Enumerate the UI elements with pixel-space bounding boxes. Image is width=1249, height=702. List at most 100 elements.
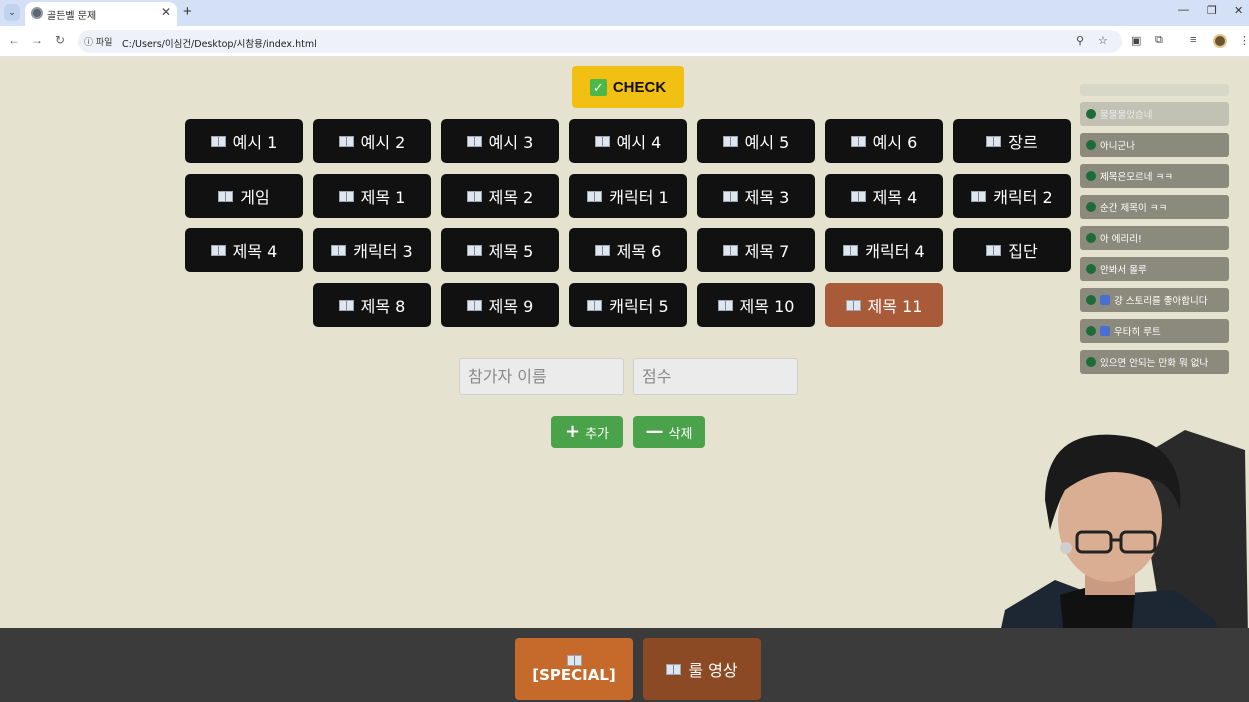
special-button[interactable]: [SPECIAL] <box>515 638 633 700</box>
question-button[interactable]: 제목 3 <box>697 174 815 218</box>
book-icon <box>338 190 354 202</box>
participant-name-input[interactable] <box>459 358 624 395</box>
user-badge-icon <box>1086 233 1096 243</box>
question-label: 제목 3 <box>744 188 790 207</box>
question-label: 제목 11 <box>867 297 923 316</box>
question-label: 제목 6 <box>616 242 662 261</box>
question-label: 예시 2 <box>360 133 406 152</box>
delete-button[interactable]: — 삭제 <box>633 416 705 448</box>
chat-text: 있으면 안되는 만화 뭐 없나 <box>1100 358 1209 369</box>
tab-search-icon[interactable]: ⌄ <box>4 4 20 21</box>
site-info-chip[interactable]: ⓘ 파일 <box>84 35 112 48</box>
minimize-icon[interactable]: — <box>1178 4 1189 16</box>
question-button[interactable]: 제목 10 <box>697 283 815 327</box>
restore-icon[interactable]: ❐ <box>1207 4 1217 17</box>
book-icon <box>338 299 354 311</box>
user-badge-icon <box>1086 202 1096 212</box>
score-input[interactable] <box>633 358 798 395</box>
new-tab-button[interactable]: + <box>183 3 192 20</box>
question-label: 장르 <box>1008 133 1038 152</box>
question-button[interactable]: 캐릭터 1 <box>569 174 687 218</box>
book-icon <box>971 190 987 202</box>
browser-menu-icon[interactable]: ⋮ <box>1239 34 1249 47</box>
chat-message: 물물물었습네 <box>1080 102 1229 126</box>
add-label: 추가 <box>585 426 609 442</box>
question-button[interactable]: 집단 <box>953 228 1071 272</box>
book-icon <box>850 190 866 202</box>
browser-tab[interactable]: 골든벨 문제 ✕ <box>25 2 177 26</box>
book-icon <box>666 663 682 675</box>
tab-title: 골든벨 문제 <box>47 11 97 22</box>
extension-app-icon[interactable]: ▣ <box>1131 34 1141 47</box>
user-badge-icon <box>1086 171 1096 181</box>
reload-icon[interactable]: ↻ <box>55 33 65 47</box>
chat-text: 걍 스토리를 좋아합니다 <box>1114 296 1208 307</box>
check-label: CHECK <box>612 78 667 96</box>
question-button[interactable]: 캐릭터 2 <box>953 174 1071 218</box>
question-button[interactable]: 장르 <box>953 119 1071 163</box>
book-icon <box>843 244 859 256</box>
book-icon <box>594 135 610 147</box>
question-button[interactable]: 캐릭터 5 <box>569 283 687 327</box>
question-button[interactable]: 제목 11 <box>825 283 943 327</box>
question-button[interactable]: 예시 3 <box>441 119 559 163</box>
question-button[interactable]: 제목 2 <box>441 174 559 218</box>
question-label: 제목 7 <box>744 242 790 261</box>
question-button[interactable]: 제목 1 <box>313 174 431 218</box>
question-button[interactable]: 제목 6 <box>569 228 687 272</box>
tab-close-icon[interactable]: ✕ <box>161 5 171 19</box>
question-button[interactable]: 게임 <box>185 174 303 218</box>
question-label: 예시 5 <box>744 133 790 152</box>
book-icon <box>210 244 226 256</box>
browser-toolbar: ← → ↻ ⓘ 파일 C:/Users/이심건/Desktop/시참용/inde… <box>0 26 1249 57</box>
question-button[interactable]: 예시 5 <box>697 119 815 163</box>
chat-text: 아니군나 <box>1100 141 1135 152</box>
question-button[interactable]: 제목 5 <box>441 228 559 272</box>
chat-message: 순간 제목이 ㅋㅋ <box>1080 195 1229 219</box>
question-button[interactable]: 예시 1 <box>185 119 303 163</box>
book-icon <box>986 135 1002 147</box>
user-badge-icon <box>1086 357 1096 367</box>
question-label: 캐릭터 4 <box>865 242 925 261</box>
media-control-icon[interactable]: ≡ <box>1190 34 1196 46</box>
back-icon[interactable]: ← <box>8 33 20 47</box>
url-text[interactable]: C:/Users/이심건/Desktop/시참용/index.html <box>122 36 317 50</box>
book-icon <box>717 299 733 311</box>
browser-tab-bar: ⌄ 골든벨 문제 ✕ + — ❐ ✕ <box>0 0 1249 26</box>
question-button[interactable]: 예시 6 <box>825 119 943 163</box>
delete-label: 삭제 <box>668 426 693 442</box>
book-icon <box>850 135 866 147</box>
question-button[interactable]: 캐릭터 3 <box>313 228 431 272</box>
bookmark-star-icon[interactable]: ☆ <box>1098 34 1108 47</box>
question-button[interactable]: 제목 9 <box>441 283 559 327</box>
book-icon <box>338 135 354 147</box>
book-icon <box>722 244 738 256</box>
question-button[interactable]: 제목 4 <box>825 174 943 218</box>
question-button[interactable]: 예시 2 <box>313 119 431 163</box>
rule-video-button[interactable]: 룰 영상 <box>643 638 761 700</box>
question-label: 예시 4 <box>616 133 662 152</box>
question-button[interactable]: 캐릭터 4 <box>825 228 943 272</box>
question-button[interactable]: 제목 8 <box>313 283 431 327</box>
add-button[interactable]: + 추가 <box>551 416 623 448</box>
address-bar[interactable]: ⓘ 파일 C:/Users/이심건/Desktop/시참용/index.html… <box>78 30 1122 53</box>
check-mark-icon: ✓ <box>589 78 607 96</box>
chat-message: 제목은모르네 ㅋㅋ <box>1080 164 1229 188</box>
zoom-icon[interactable]: ⚲ <box>1076 34 1084 47</box>
extensions-puzzle-icon[interactable]: ⧉ <box>1155 34 1163 47</box>
question-label: 예시 1 <box>232 133 278 152</box>
user-badge-icon <box>1086 326 1096 336</box>
chat-text: 아 에리리! <box>1100 234 1142 245</box>
question-label: 캐릭터 5 <box>609 297 669 316</box>
check-button[interactable]: ✓ CHECK <box>572 66 684 108</box>
question-button[interactable]: 제목 7 <box>697 228 815 272</box>
question-button[interactable]: 제목 4 <box>185 228 303 272</box>
book-icon <box>466 190 482 202</box>
window-close-icon[interactable]: ✕ <box>1234 4 1243 17</box>
chat-message: 있으면 안되는 만화 뭐 없나 <box>1080 350 1229 374</box>
question-button[interactable]: 예시 4 <box>569 119 687 163</box>
book-icon <box>466 244 482 256</box>
question-label: 캐릭터 1 <box>609 188 669 207</box>
profile-avatar[interactable] <box>1213 34 1227 48</box>
forward-icon[interactable]: → <box>31 33 43 47</box>
